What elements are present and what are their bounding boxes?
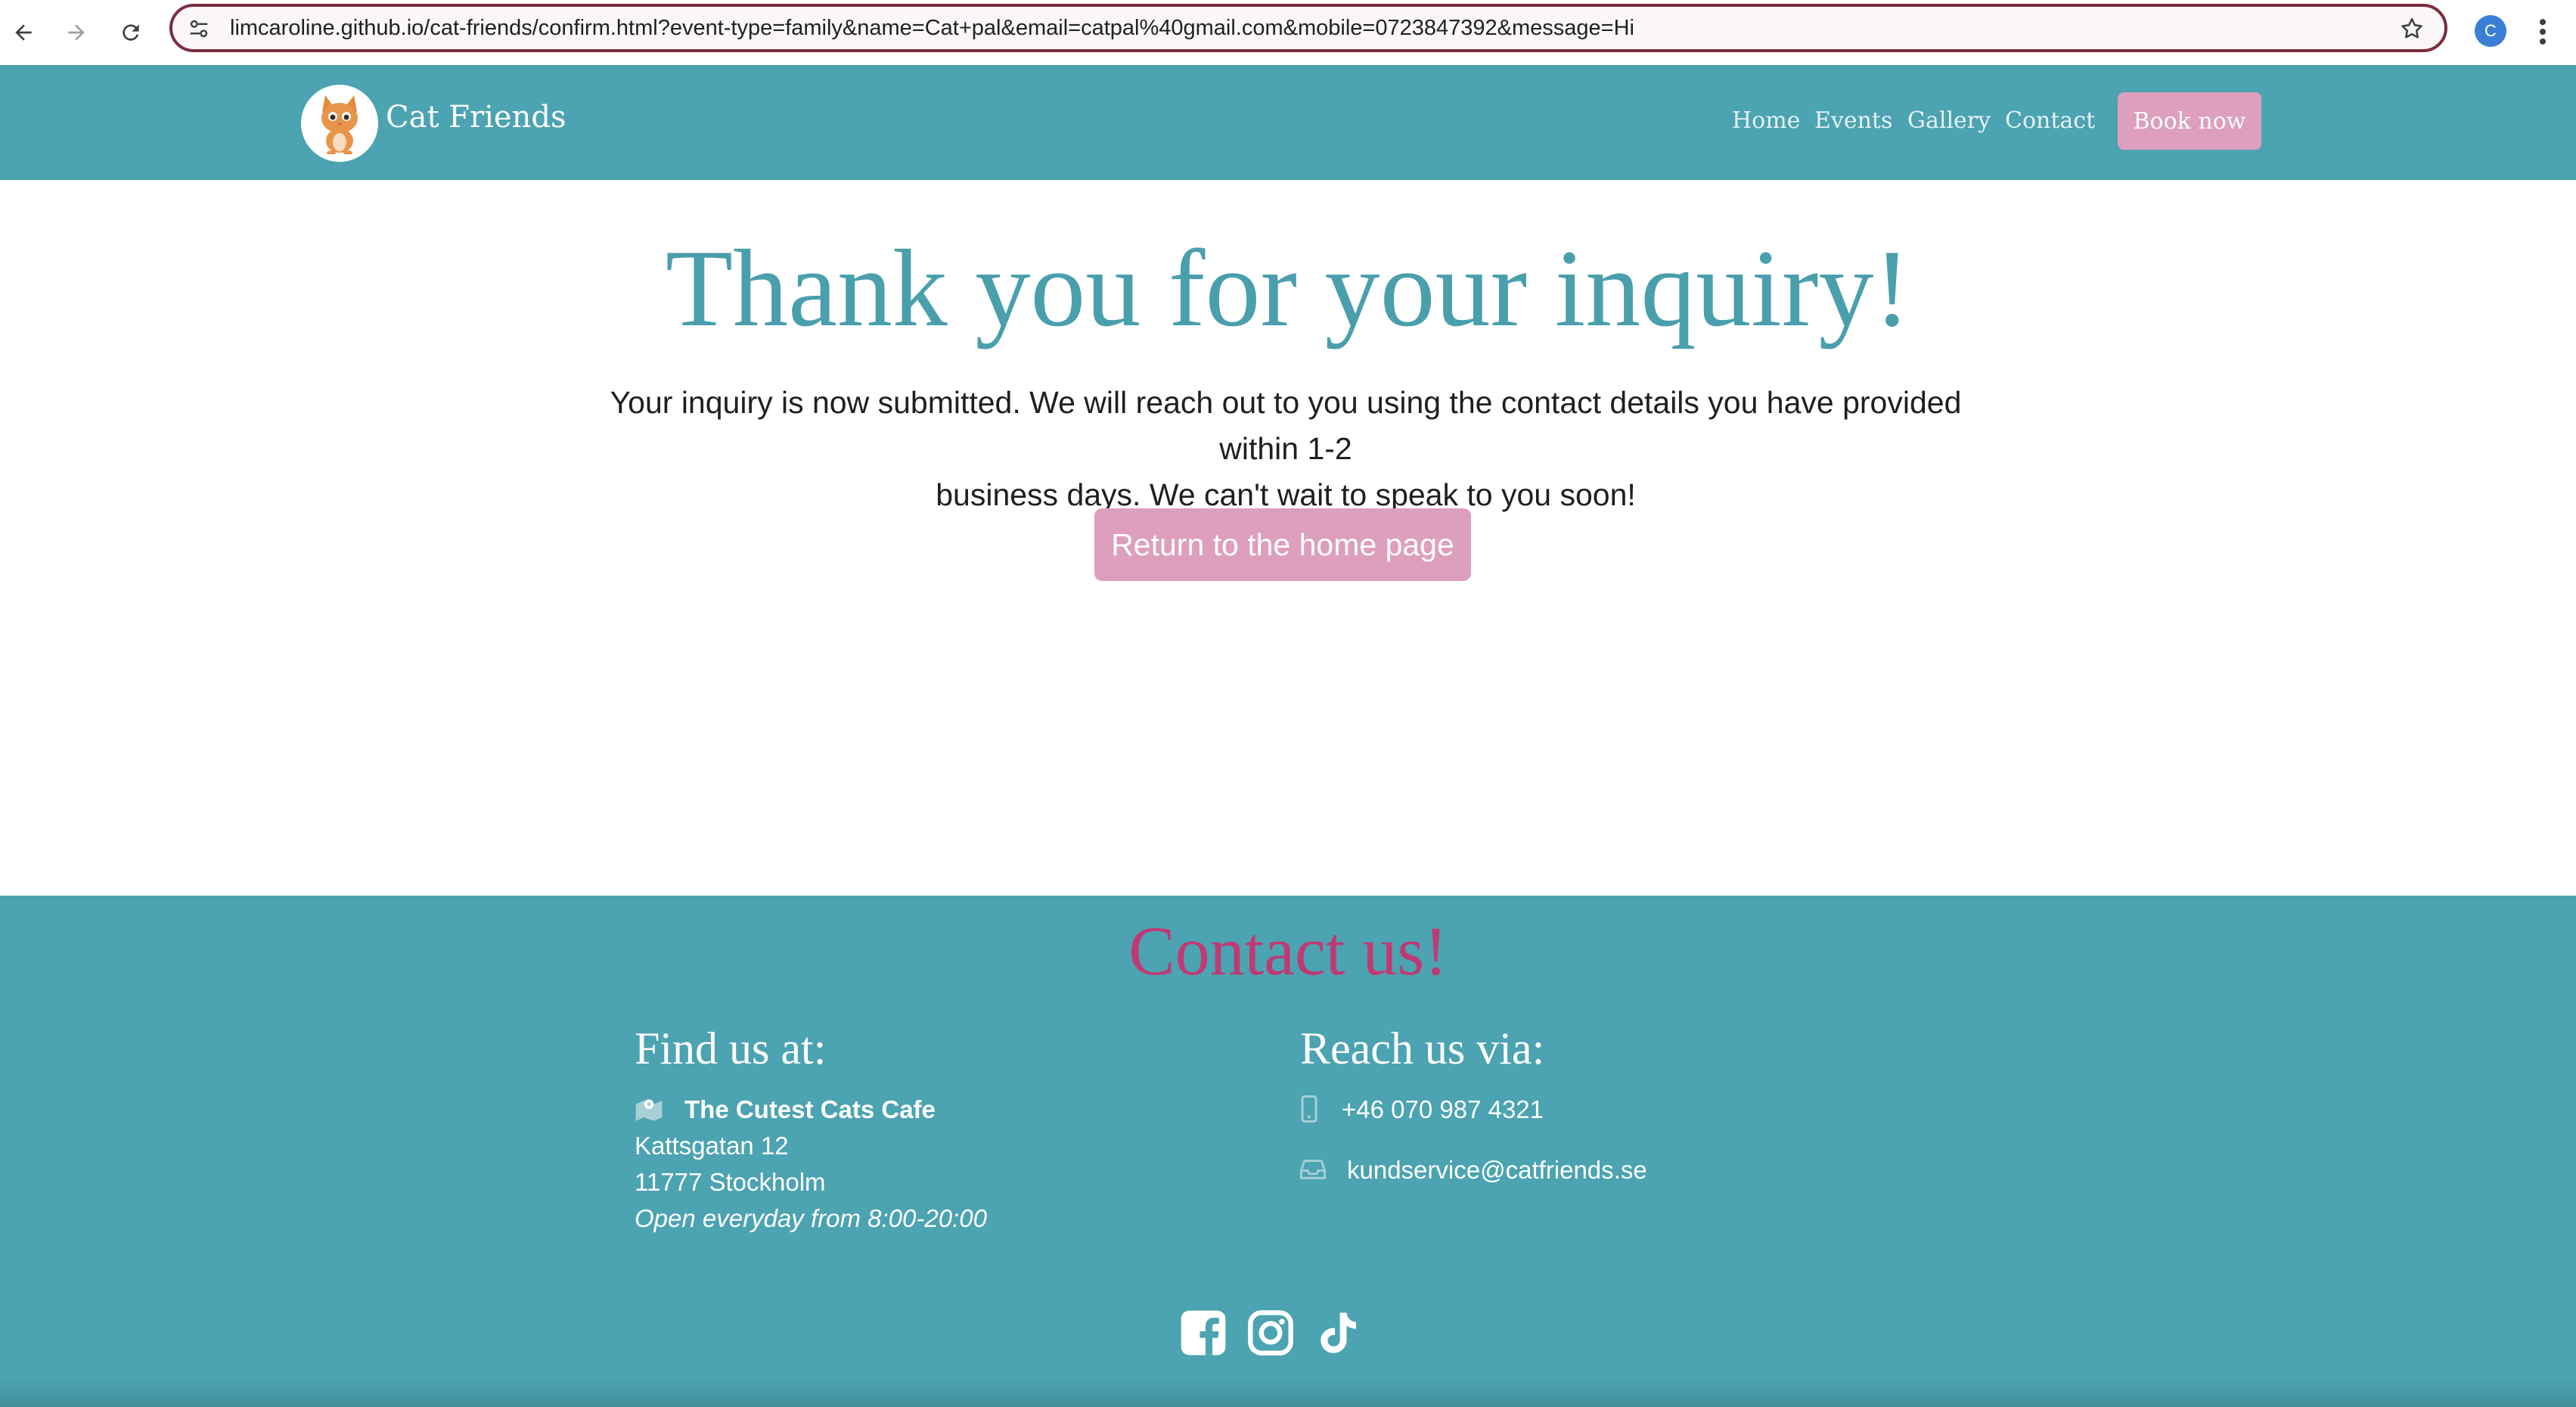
- nav-contact[interactable]: Contact: [2005, 107, 2095, 134]
- back-arrow-icon: [15, 24, 32, 41]
- tiktok-icon[interactable]: [1314, 1309, 1362, 1357]
- nav-gallery[interactable]: Gallery: [1907, 107, 1991, 134]
- cat-logo-icon: [321, 95, 358, 154]
- nav-home[interactable]: Home: [1732, 107, 1800, 134]
- forward-button[interactable]: [61, 17, 92, 48]
- bookmark-star-icon[interactable]: [2399, 16, 2425, 42]
- find-us-heading: Find us at:: [635, 1023, 827, 1073]
- footer-shadow: [0, 1377, 2576, 1407]
- page-title: Thank you for your inquiry!: [665, 227, 1911, 349]
- logo[interactable]: [301, 85, 378, 162]
- facebook-icon[interactable]: [1179, 1309, 1227, 1357]
- confirmation-message-line-1: Your inquiry is now submitted. We will r…: [610, 385, 1962, 466]
- book-now-button[interactable]: Book now: [2118, 92, 2261, 150]
- phone-number[interactable]: +46 070 987 4321: [1342, 1095, 1544, 1124]
- address-city: 11777 Stockholm: [635, 1168, 826, 1196]
- map-icon: [635, 1099, 663, 1121]
- mobile-phone-icon: [1301, 1095, 1317, 1123]
- site-settings-icon[interactable]: [188, 17, 210, 40]
- opening-hours: Open everyday from 8:00-20:00: [635, 1204, 987, 1232]
- browser-toolbar: limcaroline.github.io/cat-friends/confir…: [0, 0, 2576, 66]
- browser-menu-icon[interactable]: [2534, 15, 2552, 48]
- forward-arrow-icon: [68, 24, 85, 41]
- address-street: Kattsgatan 12: [635, 1132, 789, 1160]
- site-header: Cat Friends Home Events Gallery Contact …: [0, 65, 2576, 180]
- contact-title: Contact us!: [1128, 912, 1448, 989]
- profile-avatar[interactable]: C: [2475, 15, 2506, 47]
- return-home-button[interactable]: Return to the home page: [1094, 508, 1471, 581]
- brand-name[interactable]: Cat Friends: [386, 100, 566, 135]
- email-address[interactable]: kundservice@catfriends.se: [1347, 1156, 1647, 1185]
- back-button[interactable]: [8, 17, 39, 48]
- url-text[interactable]: limcaroline.github.io/cat-friends/confir…: [230, 16, 1634, 41]
- instagram-icon[interactable]: [1246, 1309, 1295, 1357]
- confirmation-message: Your inquiry is now submitted. We will r…: [575, 380, 1997, 518]
- address-bar[interactable]: limcaroline.github.io/cat-friends/confir…: [169, 4, 2447, 52]
- cafe-name: The Cutest Cats Cafe: [684, 1095, 936, 1123]
- nav-events[interactable]: Events: [1814, 107, 1892, 134]
- inbox-icon: [1300, 1160, 1326, 1179]
- reload-button[interactable]: [115, 17, 147, 48]
- reach-us-heading: Reach us via:: [1300, 1023, 1545, 1073]
- reload-icon: [123, 24, 139, 41]
- contact-footer: Contact us! Find us at: The Cutest Cats …: [0, 896, 2576, 1407]
